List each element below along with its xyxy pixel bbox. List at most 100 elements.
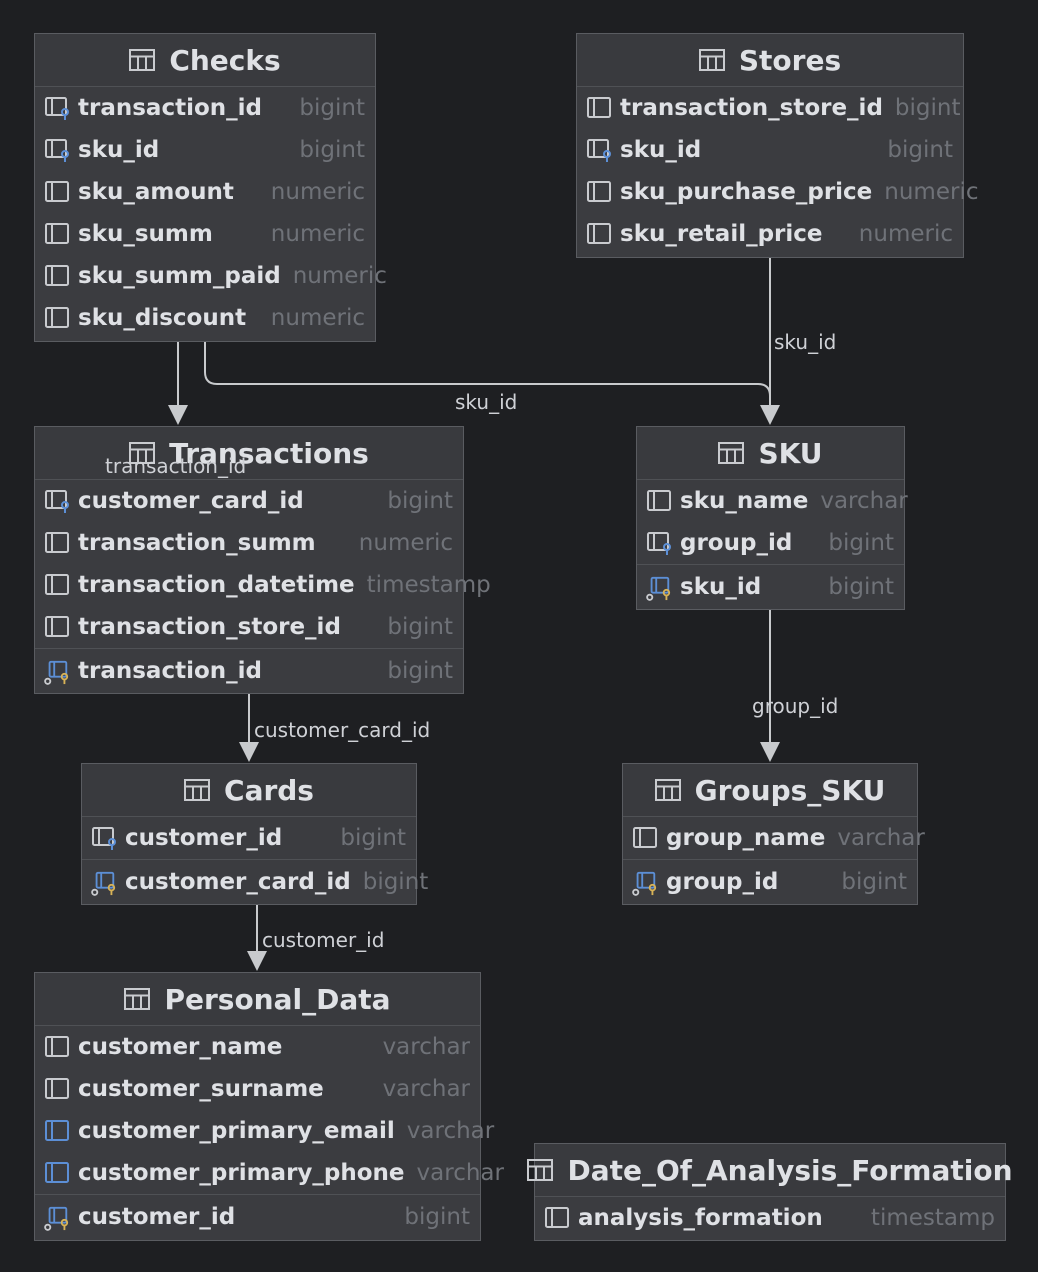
foreign-key-column-icon [586,137,612,163]
column-row[interactable]: sku_id bigint [577,129,963,171]
column-row[interactable]: customer_primary_email varchar [35,1110,494,1152]
column-type: numeric [358,530,453,556]
column-row[interactable]: sku_purchase_price numeric [577,171,978,213]
edge-label-transaction-id: transaction_id [105,454,247,478]
primary-key-column-icon [91,869,117,896]
column-type: bigint [299,95,365,121]
table-header[interactable]: Groups_SKU [623,764,917,817]
column-name: sku_retail_price [620,221,823,247]
column-type: numeric [858,221,953,247]
column-type: bigint [841,868,907,895]
column-row[interactable]: transaction_store_id bigint [577,87,963,129]
column-row[interactable]: customer_card_id bigint [35,480,463,522]
table-icon [718,442,745,464]
column-type: varchar [382,1034,470,1060]
column-icon [44,1034,70,1060]
table-icon [698,49,725,71]
table-header[interactable]: Stores [577,34,963,87]
column-name: group_id [666,868,779,895]
column-row[interactable]: customer_surname varchar [35,1068,480,1110]
arrowhead [239,742,259,762]
column-type: varchar [837,825,925,851]
table-header[interactable]: SKU [637,427,904,480]
column-row[interactable]: customer_primary_phone varchar [35,1152,504,1194]
column-icon [44,530,70,556]
column-icon [586,95,612,121]
column-name: customer_card_id [125,868,351,895]
column-row[interactable]: group_name varchar [623,817,925,859]
table-icon [654,779,681,801]
column-row[interactable]: sku_discount numeric [35,297,375,339]
primary-key-row[interactable]: customer_card_id bigint [82,859,428,903]
column-type: varchar [416,1160,504,1186]
table-icon [184,779,211,801]
column-row[interactable]: sku_name varchar [637,480,908,522]
column-type: bigint [387,614,453,640]
column-row[interactable]: sku_id bigint [35,129,375,171]
column-name: sku_id [78,137,160,163]
column-row[interactable]: sku_amount numeric [35,171,375,213]
foreign-key-column-icon [44,488,70,514]
column-name: sku_purchase_price [620,179,873,205]
column-name: sku_name [680,488,809,514]
primary-key-row[interactable]: group_id bigint [623,859,917,903]
column-name: sku_id [680,573,762,600]
column-row[interactable]: customer_name varchar [35,1026,480,1068]
column-type: bigint [299,137,365,163]
column-name: group_name [666,825,826,851]
table-header[interactable]: Checks [35,34,375,87]
column-type: bigint [362,868,429,895]
table-header[interactable]: Personal_Data [35,973,480,1026]
table-cards[interactable]: Cards customer_id bigint customer_card_i… [81,763,428,905]
arrowhead [760,405,780,425]
primary-key-row[interactable]: sku_id bigint [637,564,904,608]
foreign-key-column-icon [91,825,117,851]
table-header[interactable]: Date_Of_Analysis_Formation [527,1144,1013,1197]
column-name: sku_discount [78,305,247,331]
primary-key-column-icon [632,869,658,896]
primary-key-row[interactable]: customer_id bigint [35,1194,480,1238]
column-name: sku_id [620,137,702,163]
table-stores[interactable]: Stores transaction_store_id bigint sku_i… [576,33,978,258]
column-type: timestamp [366,572,491,598]
table-icon [527,1159,554,1181]
column-row[interactable]: sku_summ_paid numeric [35,255,387,297]
column-row[interactable]: group_id bigint [637,522,904,564]
table-personal-data[interactable]: Personal_Data customer_name varchar cust… [34,972,504,1241]
column-row[interactable]: sku_summ numeric [35,213,375,255]
column-name: customer_primary_phone [78,1160,405,1186]
column-row[interactable]: transaction_datetime timestamp [35,564,491,606]
edge-label-sku-id-checks: sku_id [455,390,518,414]
primary-key-row[interactable]: transaction_id bigint [35,648,463,692]
table-title: SKU [758,436,823,470]
column-row[interactable]: analysis_formation timestamp [535,1197,1005,1239]
primary-key-column-icon [44,658,70,685]
table-sku[interactable]: SKU sku_name varchar group_id bigint sku… [636,426,908,610]
column-type: bigint [828,530,894,556]
column-row[interactable]: transaction_store_id bigint [35,606,463,648]
column-row[interactable]: transaction_id bigint [35,87,375,129]
column-icon [646,488,672,514]
table-title: Cards [224,773,314,807]
arrowhead [247,951,267,971]
column-type: timestamp [870,1205,995,1231]
table-date-of-analysis-formation[interactable]: Date_Of_Analysis_Formation analysis_form… [527,1143,1013,1241]
column-name: customer_id [125,825,283,851]
table-transactions[interactable]: Transactions customer_card_id bigint tra… [34,426,491,694]
column-name: customer_surname [78,1076,324,1102]
foreign-key-column-icon [44,95,70,121]
table-title: Groups_SKU [694,773,886,807]
column-type: numeric [292,263,387,289]
table-checks[interactable]: Checks transaction_id bigint sku_id bigi… [34,33,387,342]
column-row[interactable]: customer_id bigint [82,817,416,859]
table-groups-sku[interactable]: Groups_SKU group_name varchar group_id b… [622,763,925,905]
table-header[interactable]: Cards [82,764,416,817]
column-row[interactable]: transaction_summ numeric [35,522,463,564]
column-name: sku_summ_paid [78,263,281,289]
column-row[interactable]: sku_retail_price numeric [577,213,963,255]
table-header[interactable]: Transactions [35,427,463,480]
column-icon [44,1076,70,1102]
table-icon [129,49,156,71]
column-type: bigint [887,137,953,163]
arrowhead [760,742,780,762]
